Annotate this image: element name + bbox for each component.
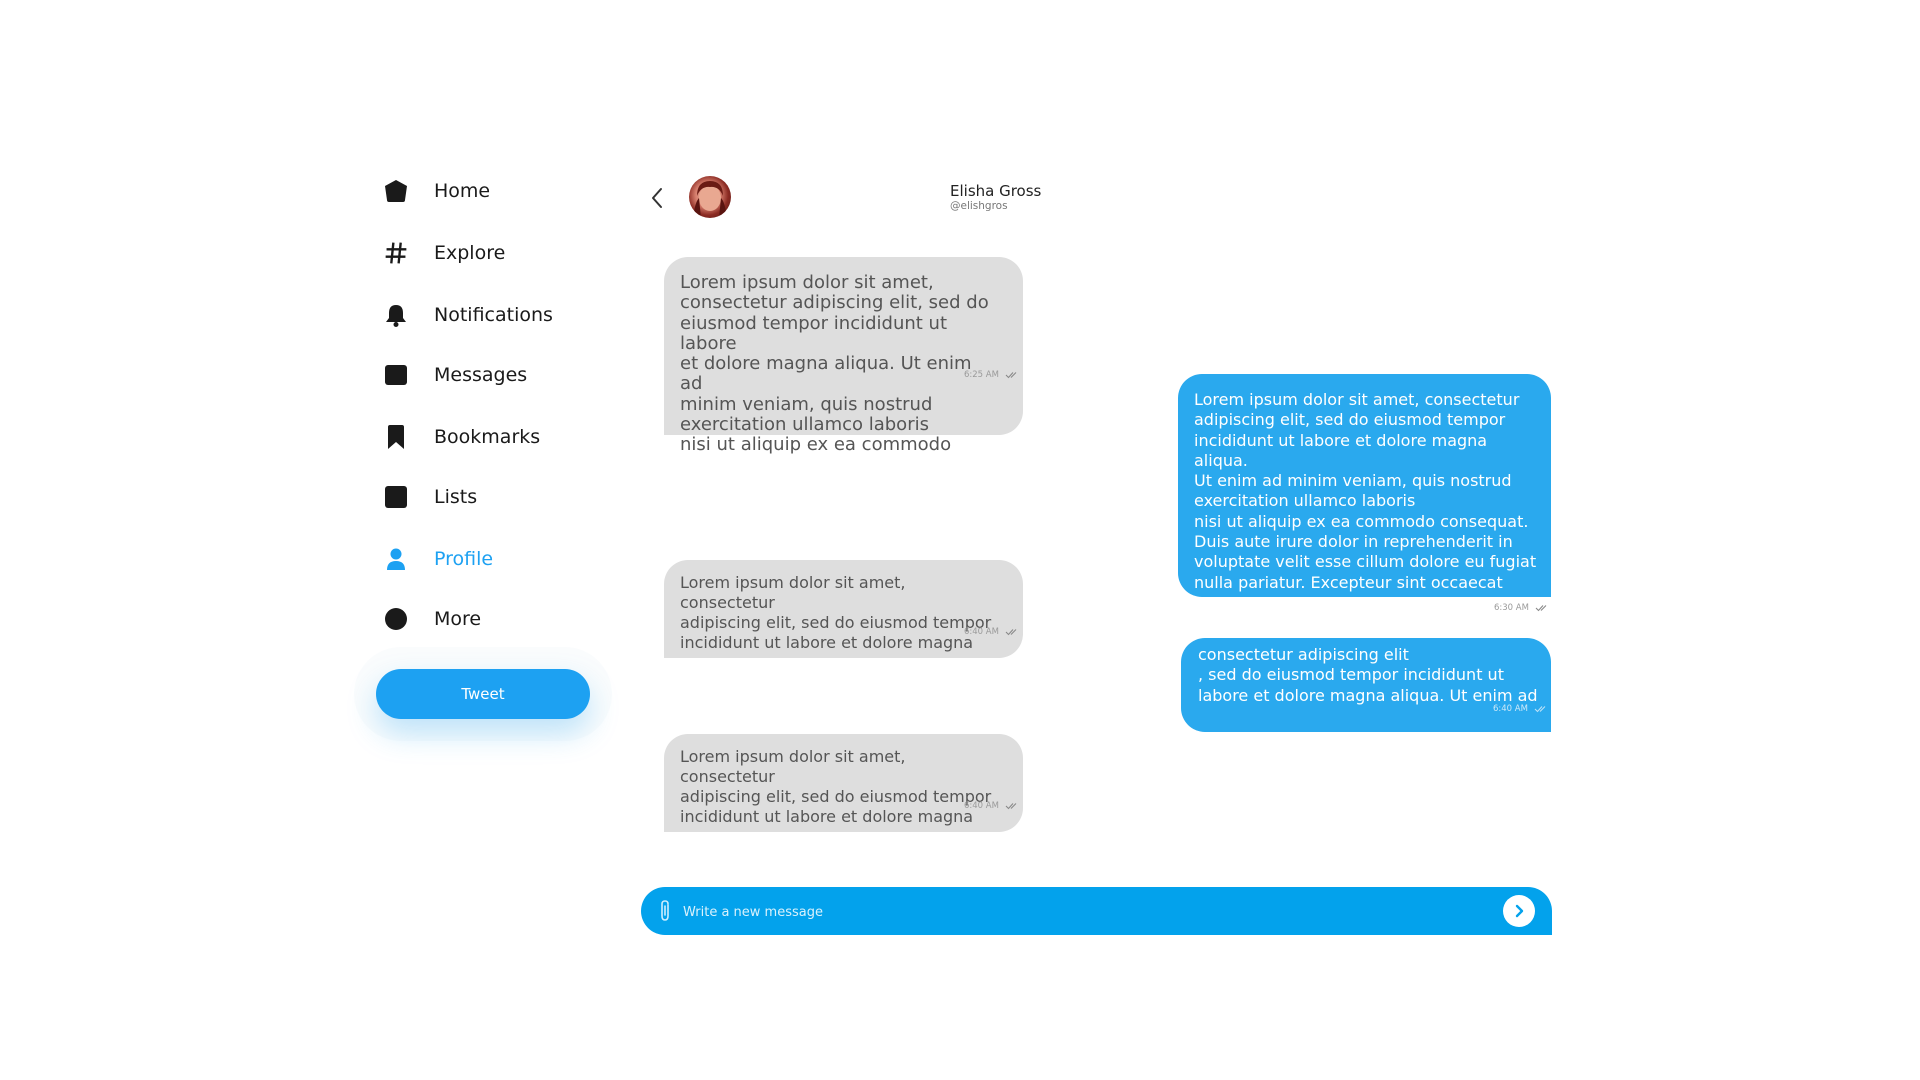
message-meta: 6:40 AM [964, 627, 1019, 637]
back-button[interactable] [648, 186, 668, 210]
double-check-icon [1535, 605, 1547, 612]
message-text: Lorem ipsum dolor sit amet, consectetur … [680, 573, 992, 652]
avatar[interactable] [689, 176, 731, 218]
message-time: 6:40 AM [964, 627, 999, 637]
double-check-icon [1005, 803, 1017, 810]
message-input[interactable] [681, 897, 1465, 927]
send-button[interactable] [1503, 895, 1535, 927]
message-icon [382, 361, 410, 389]
message-composer [641, 887, 1552, 935]
sidebar-item-label: Bookmarks [434, 426, 541, 448]
message-text: Lorem ipsum dolor sit amet, consectetur … [680, 272, 989, 456]
message-meta: 6:25 AM [964, 370, 1019, 380]
double-check-icon [1005, 372, 1017, 379]
sidebar-item-label: Profile [434, 548, 494, 570]
message-text: Lorem ipsum dolor sit amet, consectetur … [680, 747, 992, 826]
hashtag-icon [382, 239, 410, 267]
bell-icon [382, 301, 410, 329]
sidebar-item-profile[interactable]: Profile [382, 542, 493, 576]
chevron-right-icon [1515, 904, 1524, 918]
double-check-icon [1534, 706, 1546, 713]
sidebar-item-more[interactable]: More [382, 602, 481, 636]
incoming-message: Lorem ipsum dolor sit amet, consectetur … [664, 560, 1023, 658]
contact-handle: @elishgros [950, 200, 1008, 212]
sidebar-item-label: Home [434, 180, 491, 202]
tweet-button[interactable]: Tweet [376, 669, 590, 719]
sidebar-item-messages[interactable]: Messages [382, 358, 527, 392]
message-text: Lorem ipsum dolor sit amet, consectetur … [1194, 390, 1537, 592]
outgoing-message: consectetur adipiscing elit , sed do eiu… [1181, 638, 1551, 732]
sidebar-item-label: Notifications [434, 304, 553, 326]
message-time: 6:40 AM [964, 801, 999, 811]
list-icon [382, 483, 410, 511]
message-meta: 6:40 AM [1493, 704, 1548, 714]
sidebar-item-label: More [434, 608, 482, 630]
avatar-image [693, 181, 727, 218]
more-icon [382, 605, 410, 633]
sidebar-item-label: Messages [434, 364, 528, 386]
user-icon [382, 545, 410, 573]
sidebar-item-label: Explore [434, 242, 506, 264]
message-time: 6:25 AM [964, 370, 999, 380]
message-time: 6:40 AM [1493, 704, 1528, 714]
sidebar-item-explore[interactable]: Explore [382, 236, 505, 270]
contact-name: Elisha Gross [950, 182, 1042, 200]
incoming-message: Lorem ipsum dolor sit amet, consectetur … [664, 257, 1023, 455]
message-text: consectetur adipiscing elit , sed do eiu… [1198, 645, 1538, 705]
paperclip-icon[interactable] [657, 899, 673, 923]
message-meta: 6:40 AM [964, 801, 1019, 811]
sidebar-item-bookmarks[interactable]: Bookmarks [382, 420, 540, 454]
double-check-icon [1005, 629, 1017, 636]
sidebar-item-notifications[interactable]: Notifications [382, 298, 553, 332]
sidebar-item-home[interactable]: Home [382, 174, 490, 208]
chevron-left-icon [652, 188, 662, 208]
message-time: 6:30 AM [1494, 603, 1529, 613]
sidebar-item-label: Lists [434, 486, 478, 508]
message-meta: 6:30 AM [1494, 603, 1549, 613]
sidebar-item-lists[interactable]: Lists [382, 480, 477, 514]
incoming-message: Lorem ipsum dolor sit amet, consectetur … [664, 734, 1023, 832]
home-icon [382, 177, 410, 205]
outgoing-message: Lorem ipsum dolor sit amet, consectetur … [1178, 374, 1551, 597]
bookmark-icon [382, 423, 410, 451]
